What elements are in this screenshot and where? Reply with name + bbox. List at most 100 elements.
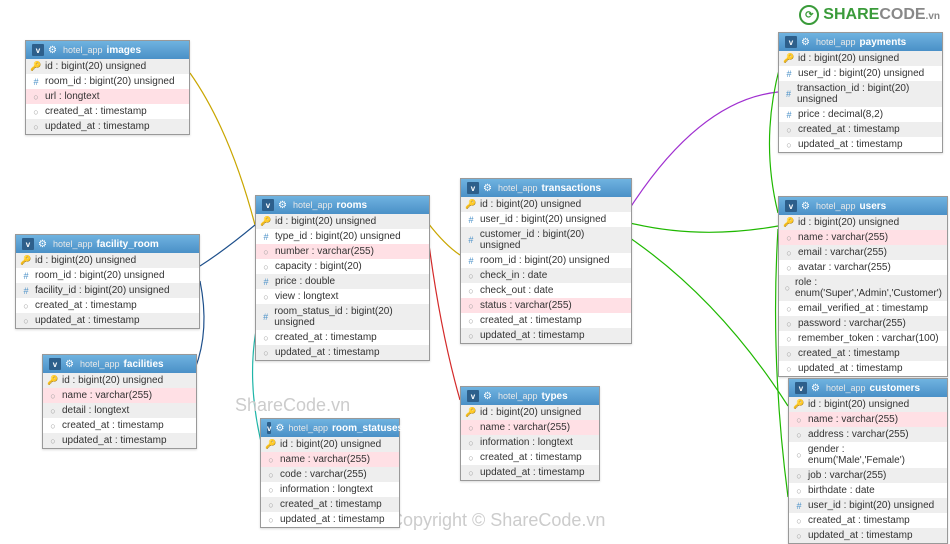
column-row[interactable]: #room_id : bigint(20) unsigned [26,74,189,89]
column-row[interactable]: ○updated_at : timestamp [789,528,947,543]
table-room-statuses[interactable]: v⚙hotel_app room_statuses🔑id : bigint(20… [260,418,400,528]
column-row[interactable]: ○address : varchar(255) [789,427,947,442]
column-row[interactable]: 🔑id : bigint(20) unsigned [461,197,631,212]
column-row[interactable]: ○created_at : timestamp [461,450,599,465]
column-row[interactable]: ○name : varchar(255) [779,230,947,245]
column-row[interactable]: ○name : varchar(255) [261,452,399,467]
column-row[interactable]: 🔑id : bigint(20) unsigned [779,51,942,66]
column-row[interactable]: #price : decimal(8,2) [779,107,942,122]
column-row[interactable]: ○created_at : timestamp [779,346,947,361]
column-row[interactable]: 🔑id : bigint(20) unsigned [261,437,399,452]
column-row[interactable]: ○job : varchar(255) [789,468,947,483]
column-row[interactable]: ○created_at : timestamp [26,104,189,119]
table-header[interactable]: v⚙hotel_app facilities [43,355,196,373]
column-row[interactable]: ○name : varchar(255) [789,412,947,427]
db-prefix: hotel_app [63,45,103,55]
column-row[interactable]: ○view : longtext [256,289,429,304]
gear-icon[interactable]: ⚙ [38,239,49,250]
column-row[interactable]: ○created_at : timestamp [256,330,429,345]
table-customers[interactable]: v⚙hotel_app customers🔑id : bigint(20) un… [788,378,948,544]
column-row[interactable]: #room_id : bigint(20) unsigned [16,268,199,283]
gear-icon[interactable]: ⚙ [48,45,59,56]
column-row[interactable]: ○created_at : timestamp [461,313,631,328]
table-images[interactable]: v⚙hotel_app images🔑id : bigint(20) unsig… [25,40,190,135]
column-row[interactable]: ○avatar : varchar(255) [779,260,947,275]
gear-icon[interactable]: ⚙ [483,391,494,402]
column-row[interactable]: #customer_id : bigint(20) unsigned [461,227,631,253]
table-header[interactable]: v⚙hotel_app users [779,197,947,215]
table-header[interactable]: v⚙hotel_app images [26,41,189,59]
table-header[interactable]: v⚙hotel_app rooms [256,196,429,214]
column-row[interactable]: ○name : varchar(255) [43,388,196,403]
column-row[interactable]: ○created_at : timestamp [261,497,399,512]
column-row[interactable]: ○updated_at : timestamp [461,465,599,480]
column-row[interactable]: ○created_at : timestamp [789,513,947,528]
column-row[interactable]: #room_status_id : bigint(20) unsigned [256,304,429,330]
column-row[interactable]: 🔑id : bigint(20) unsigned [43,373,196,388]
table-header[interactable]: v⚙hotel_app facility_room [16,235,199,253]
gear-icon[interactable]: ⚙ [65,359,76,370]
column-row[interactable]: ○updated_at : timestamp [461,328,631,343]
column-row[interactable]: ○updated_at : timestamp [16,313,199,328]
column-row[interactable]: #type_id : bigint(20) unsigned [256,229,429,244]
gear-icon[interactable]: ⚙ [801,37,812,48]
column-row[interactable]: ○check_in : date [461,268,631,283]
column-row[interactable]: #price : double [256,274,429,289]
column-row[interactable]: ○number : varchar(255) [256,244,429,259]
column-row[interactable]: #room_id : bigint(20) unsigned [461,253,631,268]
column-row[interactable]: 🔑id : bigint(20) unsigned [26,59,189,74]
table-header[interactable]: v⚙hotel_app customers [789,379,947,397]
column-row[interactable]: ○created_at : timestamp [43,418,196,433]
column-row[interactable]: #user_id : bigint(20) unsigned [461,212,631,227]
table-transactions[interactable]: v⚙hotel_app transactions🔑id : bigint(20)… [460,178,632,344]
column-row[interactable]: ○name : varchar(255) [461,420,599,435]
column-row[interactable]: ○updated_at : timestamp [779,361,947,376]
table-types[interactable]: v⚙hotel_app types🔑id : bigint(20) unsign… [460,386,600,481]
table-payments[interactable]: v⚙hotel_app payments🔑id : bigint(20) uns… [778,32,943,153]
column-row[interactable]: 🔑id : bigint(20) unsigned [256,214,429,229]
column-row[interactable]: ○gender : enum('Male','Female') [789,442,947,468]
column-row[interactable]: ○capacity : bigint(20) [256,259,429,274]
gear-icon[interactable]: ⚙ [811,383,822,394]
gear-icon[interactable]: ⚙ [275,423,284,434]
column-row[interactable]: #facility_id : bigint(20) unsigned [16,283,199,298]
column-row[interactable]: 🔑id : bigint(20) unsigned [789,397,947,412]
column-row[interactable]: ○email_verified_at : timestamp [779,301,947,316]
column-row[interactable]: ○created_at : timestamp [16,298,199,313]
column-row[interactable]: ○birthdate : date [789,483,947,498]
gear-icon[interactable]: ⚙ [278,200,289,211]
column-row[interactable]: 🔑id : bigint(20) unsigned [461,405,599,420]
table-facility-room[interactable]: v⚙hotel_app facility_room🔑id : bigint(20… [15,234,200,329]
column-row[interactable]: ○updated_at : timestamp [26,119,189,134]
table-header[interactable]: v⚙hotel_app types [461,387,599,405]
gear-icon[interactable]: ⚙ [483,183,494,194]
column-row[interactable]: ○updated_at : timestamp [779,137,942,152]
column-row[interactable]: ○email : varchar(255) [779,245,947,260]
table-facilities[interactable]: v⚙hotel_app facilities🔑id : bigint(20) u… [42,354,197,449]
column-row[interactable]: 🔑id : bigint(20) unsigned [779,215,947,230]
table-header[interactable]: v⚙hotel_app payments [779,33,942,51]
column-row[interactable]: ○password : varchar(255) [779,316,947,331]
column-row[interactable]: ○status : varchar(255) [461,298,631,313]
column-row[interactable]: 🔑id : bigint(20) unsigned [16,253,199,268]
column-row[interactable]: #transaction_id : bigint(20) unsigned [779,81,942,107]
column-row[interactable]: ○updated_at : timestamp [43,433,196,448]
column-row[interactable]: ○updated_at : timestamp [261,512,399,527]
column-row[interactable]: #user_id : bigint(20) unsigned [789,498,947,513]
column-row[interactable]: ○role : enum('Super','Admin','Customer') [779,275,947,301]
column-row[interactable]: ○remember_token : varchar(100) [779,331,947,346]
gear-icon[interactable]: ⚙ [801,201,812,212]
column-row[interactable]: ○check_out : date [461,283,631,298]
column-row[interactable]: ○url : longtext [26,89,189,104]
column-row[interactable]: ○code : varchar(255) [261,467,399,482]
table-header[interactable]: v⚙hotel_app room_statuses [261,419,399,437]
column-row[interactable]: #user_id : bigint(20) unsigned [779,66,942,81]
column-row[interactable]: ○detail : longtext [43,403,196,418]
column-row[interactable]: ○created_at : timestamp [779,122,942,137]
column-row[interactable]: ○updated_at : timestamp [256,345,429,360]
column-row[interactable]: ○information : longtext [461,435,599,450]
table-header[interactable]: v⚙hotel_app transactions [461,179,631,197]
column-row[interactable]: ○information : longtext [261,482,399,497]
table-users[interactable]: v⚙hotel_app users🔑id : bigint(20) unsign… [778,196,948,377]
table-rooms[interactable]: v⚙hotel_app rooms🔑id : bigint(20) unsign… [255,195,430,361]
